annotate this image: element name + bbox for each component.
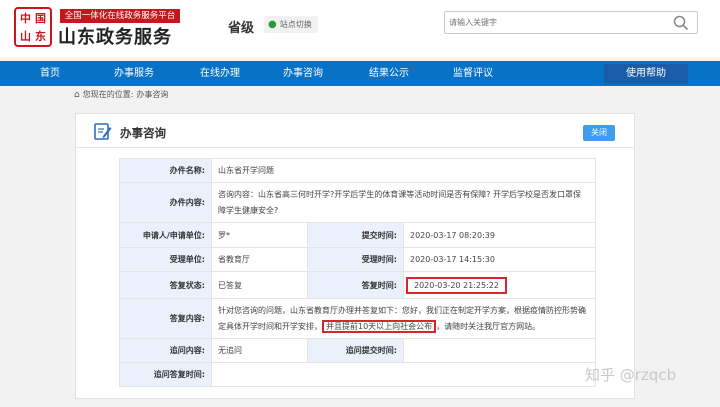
logo-char: 山	[20, 29, 31, 43]
accept-time-label: 受理时间:	[307, 247, 404, 272]
close-button[interactable]: 关闭	[583, 125, 615, 141]
submit-time-label: 提交时间:	[307, 222, 404, 248]
handling-unit-label: 受理单位:	[119, 247, 212, 272]
search-input[interactable]	[449, 14, 669, 31]
reply-content-highlight: 并且提前10天以上向社会公布	[322, 319, 437, 333]
table-row: 受理单位: 省教育厅 受理时间: 2020-03-17 14:15:30	[119, 247, 596, 272]
station-switch-label: 站点切换	[279, 20, 312, 29]
station-switch-button[interactable]: ● 站点切换	[264, 16, 318, 33]
panel-header: 办事咨询	[94, 122, 166, 144]
applicant-label: 申请人/申请单位:	[119, 222, 212, 248]
breadcrumb-current[interactable]: 办事咨询	[136, 89, 168, 100]
logo-char: 国	[35, 11, 46, 25]
search-icon[interactable]	[673, 15, 689, 31]
reply-time-highlight: 2020-03-20 21:25:22	[406, 276, 507, 294]
reply-time-label: 答复时间:	[307, 271, 404, 299]
table-row: 答复内容: 针对您咨询的问题，山东省教育厅办理并答复如下：您好，我们正在制定开学…	[119, 298, 596, 339]
reply-status-value: 已答复	[211, 271, 308, 299]
followup-reply-time-label: 追问答复时间:	[119, 362, 212, 387]
nav-item-home[interactable]: 首页	[40, 61, 60, 86]
region-label: 省级	[228, 21, 255, 36]
zhihu-watermark: 知乎 @rzqcb	[585, 366, 677, 384]
accept-time-value: 2020-03-17 14:15:30	[403, 247, 596, 272]
nav-item-online-handling[interactable]: 在线办理	[200, 61, 240, 86]
followup-submit-time-value	[403, 338, 596, 363]
submit-time-value: 2020-03-17 08:20:39	[403, 222, 596, 248]
reply-time-cell: 2020-03-20 21:25:22	[403, 271, 596, 299]
reply-content-value: 针对您咨询的问题，山东省教育厅办理并答复如下：您好，我们正在制定开学方案，根据疫…	[211, 298, 596, 339]
table-row: 追问内容: 无追问 追问提交时间:	[119, 338, 596, 363]
site-title[interactable]: 山东政务服务	[58, 23, 172, 49]
table-row: 追问答复时间:	[119, 362, 596, 387]
panel-divider	[76, 147, 634, 148]
handling-unit-value: 省教育厅	[211, 247, 308, 272]
reply-content-label: 答复内容:	[119, 298, 212, 339]
item-content-value: 咨询内容：山东省高三何时开学?开学后学生的体育课等活动时间是否有保障? 开学后学…	[211, 182, 596, 223]
consultation-detail-table: 办件名称: 山东省开学问题 办件内容: 咨询内容：山东省高三何时开学?开学后学生…	[119, 158, 596, 387]
followup-reply-time-value	[211, 362, 596, 387]
reply-content-text-end: ，请随时关注我厅官方网站。	[436, 321, 541, 331]
item-content-label: 办件内容:	[119, 182, 212, 223]
search-box	[444, 11, 698, 34]
table-row: 办件内容: 咨询内容：山东省高三何时开学?开学后学生的体育课等活动时间是否有保障…	[119, 182, 596, 223]
nav-item-results[interactable]: 结果公示	[369, 61, 409, 86]
table-row: 办件名称: 山东省开学问题	[119, 158, 596, 183]
nav-item-supervision[interactable]: 监督评议	[453, 61, 493, 86]
site-logo[interactable]: 中 国 山 东	[14, 7, 52, 47]
item-name-label: 办件名称:	[119, 158, 212, 183]
table-row: 答复状态: 已答复 答复时间: 2020-03-20 21:25:22	[119, 271, 596, 299]
panel-title: 办事咨询	[120, 126, 166, 140]
home-icon: ⌂	[74, 89, 80, 100]
nav-item-services[interactable]: 办事服务	[114, 61, 154, 86]
help-button[interactable]: 使用帮助	[604, 64, 688, 84]
table-row: 申请人/申请单位: 罗* 提交时间: 2020-03-17 08:20:39	[119, 222, 596, 248]
logo-char: 中	[20, 11, 31, 25]
applicant-value: 罗*	[211, 222, 308, 248]
item-name-value: 山东省开学问题	[211, 158, 596, 183]
followup-question-label: 追问内容:	[119, 338, 212, 363]
breadcrumb-prefix: 您现在的位置:	[82, 90, 134, 99]
location-pin-icon: ●	[268, 19, 277, 30]
followup-submit-time-label: 追问提交时间:	[307, 338, 404, 363]
breadcrumb: ⌂ 您现在的位置: 办事咨询	[74, 89, 168, 100]
followup-question-value: 无追问	[211, 338, 308, 363]
consultation-panel: 办事咨询 关闭 办件名称: 山东省开学问题 办件内容: 咨询内容：山东省高三何时…	[75, 113, 635, 399]
logo-char: 东	[35, 29, 46, 43]
platform-subtitle: 全国一体化在线政务服务平台	[60, 9, 180, 23]
site-header: 中 国 山 东 全国一体化在线政务服务平台 山东政务服务 省级 ● 站点切换	[0, 0, 720, 58]
reply-status-label: 答复状态:	[119, 271, 212, 299]
nav-item-consultation[interactable]: 办事咨询	[283, 61, 323, 86]
edit-form-icon	[94, 122, 112, 144]
